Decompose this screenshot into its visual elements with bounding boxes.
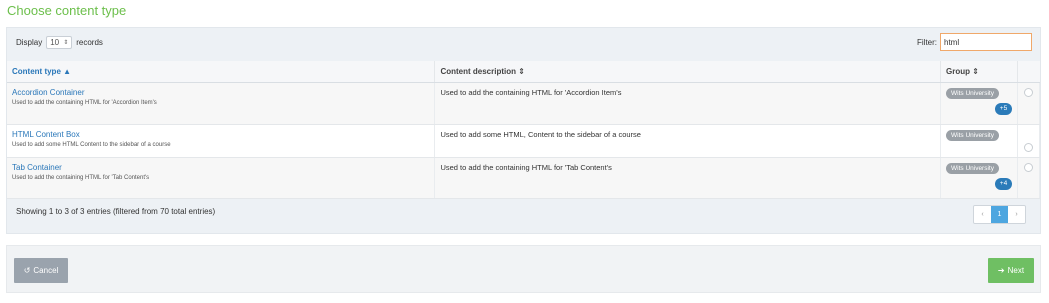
table-row[interactable]: HTML Content Box Used to add some HTML C… — [7, 124, 1040, 158]
filter-input[interactable] — [940, 33, 1032, 51]
select-cell — [1017, 124, 1040, 158]
arrow-right-icon: ➔ — [997, 266, 1005, 275]
records-label: records — [76, 38, 103, 47]
row-select-radio[interactable] — [1024, 142, 1033, 152]
next-button-label: Next — [1007, 266, 1025, 275]
pagination-prev-button[interactable]: ‹ — [974, 206, 991, 223]
group-cell: Wits University — [940, 124, 1018, 158]
content-type-panel: Display 10 ⇕ records Filter: Content typ… — [6, 27, 1041, 234]
content-type-link[interactable]: Accordion Container — [12, 88, 429, 97]
column-header-content-type[interactable]: Content type ▲ — [7, 61, 436, 83]
records-control: Display 10 ⇕ records — [16, 36, 103, 49]
group-cell: Wits University +5 — [940, 82, 1018, 125]
sort-icon: ⇕ — [518, 66, 525, 76]
column-header-label: Content description — [440, 66, 516, 76]
cancel-button[interactable]: ↺ Cancel — [14, 258, 68, 283]
group-badge: Wits University — [946, 87, 999, 99]
pagination-page-button[interactable]: 1 — [991, 206, 1008, 223]
table-info: Showing 1 to 3 of 3 entries (filtered fr… — [16, 207, 216, 216]
column-header-label: Group — [946, 66, 970, 76]
content-type-cell: Tab Container Used to add the containing… — [7, 157, 436, 199]
group-badge: Wits University — [946, 162, 999, 174]
content-description-cell: Used to add some HTML, Content to the si… — [434, 124, 941, 158]
table-row[interactable]: Accordion Container Used to add the cont… — [7, 82, 1040, 125]
more-groups-badge[interactable]: +4 — [995, 177, 1012, 190]
content-type-table: Content type ▲ Content description ⇕ Gro… — [7, 61, 1040, 199]
page-title: Choose content type — [7, 3, 127, 18]
content-type-cell: HTML Content Box Used to add some HTML C… — [7, 124, 436, 158]
table-row[interactable]: Tab Container Used to add the containing… — [7, 157, 1040, 199]
content-type-subtitle: Used to add the containing HTML for 'Acc… — [12, 99, 157, 106]
group-cell: Wits University +4 — [940, 157, 1018, 199]
row-select-radio[interactable] — [1024, 162, 1033, 172]
select-arrows-icon: ⇕ — [63, 40, 69, 46]
content-type-subtitle: Used to add the containing HTML for 'Tab… — [12, 174, 150, 181]
column-header-group[interactable]: Group ⇕ — [940, 61, 1018, 83]
content-type-cell: Accordion Container Used to add the cont… — [7, 82, 436, 125]
undo-icon: ↺ — [23, 266, 31, 275]
records-select[interactable]: 10 ⇕ — [46, 36, 73, 49]
content-description-cell: Used to add the containing HTML for 'Tab… — [434, 157, 941, 199]
wizard-footer: ↺ Cancel ➔ Next — [6, 245, 1041, 293]
select-cell — [1017, 157, 1040, 199]
more-groups-badge[interactable]: +5 — [995, 102, 1012, 115]
column-header-content-description[interactable]: Content description ⇕ — [434, 61, 941, 83]
next-button[interactable]: ➔ Next — [988, 258, 1034, 283]
select-cell — [1017, 82, 1040, 125]
content-description-cell: Used to add the containing HTML for 'Acc… — [434, 82, 941, 125]
sort-icon: ⇕ — [972, 66, 979, 76]
cancel-button-label: Cancel — [33, 266, 59, 275]
pagination-next-button[interactable]: › — [1008, 206, 1025, 223]
filter-label: Filter: — [917, 37, 937, 47]
column-header-label: Content type — [12, 66, 61, 76]
column-header-select — [1017, 61, 1040, 83]
content-type-subtitle: Used to add some HTML Content to the sid… — [12, 141, 171, 148]
content-type-link[interactable]: HTML Content Box — [12, 130, 429, 139]
sort-asc-icon: ▲ — [63, 66, 72, 76]
records-select-value: 10 — [50, 38, 60, 47]
display-label: Display — [16, 38, 43, 47]
pagination: ‹ 1 › — [973, 205, 1026, 224]
filter-control: Filter: — [917, 33, 1032, 51]
content-type-link[interactable]: Tab Container — [12, 163, 429, 172]
table-header-row: Content type ▲ Content description ⇕ Gro… — [7, 61, 1040, 83]
row-select-radio[interactable] — [1024, 87, 1033, 97]
group-badge: Wits University — [946, 129, 999, 141]
